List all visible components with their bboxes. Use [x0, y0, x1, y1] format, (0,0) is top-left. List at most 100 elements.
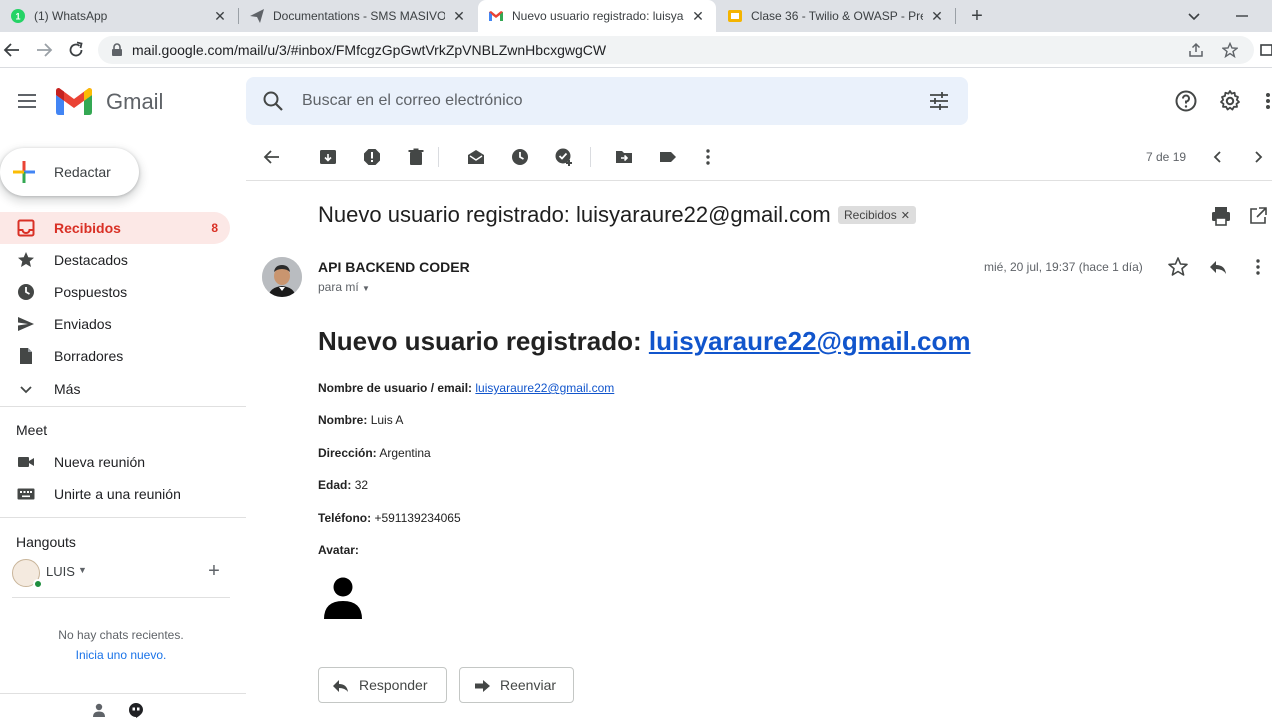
snooze-clock-icon[interactable]	[510, 147, 530, 167]
sidebar-item-sent[interactable]: Enviados	[0, 308, 230, 340]
keyboard-icon	[17, 488, 35, 500]
reply-button[interactable]: Responder	[318, 667, 447, 703]
apps-more-icon[interactable]	[1260, 89, 1272, 113]
sidebar-item-label: Destacados	[54, 252, 128, 268]
sidebar-item-starred[interactable]: Destacados	[0, 244, 230, 276]
sidebar-item-more[interactable]: Más	[0, 373, 230, 405]
start-new-chat-link[interactable]: Inicia uno nuevo.	[0, 648, 242, 662]
chevron-down-icon	[20, 386, 32, 394]
heading-email-link[interactable]: luisyaraure22@gmail.com	[649, 326, 971, 356]
bookmark-star-icon[interactable]	[1222, 42, 1238, 58]
label-chip-text: Recibidos	[844, 208, 897, 222]
browser-tab-documentation[interactable]: Documentations - SMS MASIVO ✕	[239, 0, 477, 32]
older-chevron-right-icon[interactable]	[1248, 147, 1268, 167]
field-label: Teléfono:	[318, 511, 372, 525]
reload-icon[interactable]	[66, 40, 86, 60]
sender-avatar[interactable]	[262, 257, 302, 297]
online-status-dot	[33, 579, 43, 589]
open-new-window-icon[interactable]	[1248, 205, 1268, 227]
compose-button[interactable]: Redactar	[0, 148, 139, 196]
print-icon[interactable]	[1210, 205, 1232, 227]
more-options-icon[interactable]	[698, 147, 718, 167]
recipient-text: para mí	[318, 280, 359, 294]
gmail-logo-icon[interactable]	[56, 88, 92, 115]
contacts-person-icon[interactable]	[91, 702, 107, 718]
sidebar-item-label: Borradores	[54, 348, 124, 364]
sidebar-item-drafts[interactable]: Borradores	[0, 340, 230, 372]
back-to-inbox-icon[interactable]	[262, 147, 282, 167]
close-tab-icon[interactable]: ✕	[212, 8, 228, 24]
forward-button[interactable]: Reenviar	[459, 667, 574, 703]
body-field-phone: Teléfono: +591139234065	[318, 511, 461, 525]
sidebar-item-snoozed[interactable]: Pospuestos	[0, 276, 230, 308]
recipient-caret-icon[interactable]: ▼	[362, 284, 370, 293]
field-value: +591139234065	[374, 511, 461, 525]
tab-separator	[955, 8, 956, 24]
close-tab-icon[interactable]: ✕	[451, 8, 467, 24]
hangouts-chat-icon[interactable]	[128, 702, 144, 718]
field-label: Edad:	[318, 478, 352, 492]
address-bar[interactable]: mail.google.com/mail/u/3/#inbox/FMfcgzGp…	[98, 36, 1254, 64]
profile-icon[interactable]	[1260, 40, 1272, 60]
tab-search-chevron-icon[interactable]	[1184, 6, 1204, 26]
browser-tab-slides[interactable]: Clase 36 - Twilio & OWASP - Presentacion…	[717, 0, 955, 32]
star-message-icon[interactable]	[1167, 256, 1189, 278]
browser-tab-whatsapp[interactable]: 1 (1) WhatsApp ✕	[0, 0, 238, 32]
lock-icon[interactable]	[110, 43, 124, 57]
back-arrow-icon[interactable]	[2, 40, 22, 60]
sender-name[interactable]: API BACKEND CODER	[318, 259, 470, 275]
mark-unread-icon[interactable]	[466, 147, 486, 167]
help-icon[interactable]	[1174, 89, 1198, 113]
remove-label-icon[interactable]: ✕	[901, 210, 910, 222]
move-to-folder-icon[interactable]	[614, 147, 634, 167]
close-tab-icon[interactable]: ✕	[690, 8, 706, 24]
video-icon	[18, 457, 34, 467]
pagination-text: 7 de 19	[1146, 150, 1187, 164]
meet-section-title: Meet	[16, 422, 48, 438]
sidebar-item-label: Pospuestos	[54, 284, 128, 300]
archive-icon[interactable]	[318, 147, 338, 167]
gmail-wordmark[interactable]: Gmail	[106, 89, 163, 115]
forward-button-label: Reenviar	[500, 677, 557, 693]
hangouts-divider	[12, 597, 230, 598]
settings-gear-icon[interactable]	[1218, 89, 1242, 113]
recipient-details[interactable]: para mí ▼	[318, 280, 370, 294]
email-body-heading: Nuevo usuario registrado: luisyaraure22@…	[318, 326, 970, 357]
forward-arrow-icon[interactable]	[34, 40, 54, 60]
search-input[interactable]	[302, 89, 902, 113]
sidebar-item-label: Enviados	[54, 316, 112, 332]
close-tab-icon[interactable]: ✕	[929, 8, 945, 24]
sidebar-item-inbox[interactable]: Recibidos 8	[0, 212, 230, 244]
field-email-link[interactable]: luisyaraure22@gmail.com	[475, 381, 614, 395]
message-more-icon[interactable]	[1248, 256, 1268, 278]
browser-tab-strip: 1 (1) WhatsApp ✕ Documentations - SMS MA…	[0, 0, 1272, 32]
newer-chevron-left-icon[interactable]	[1208, 147, 1228, 167]
hangouts-user-name: LUIS	[46, 564, 75, 579]
unread-count: 8	[211, 221, 218, 235]
report-spam-icon[interactable]	[362, 147, 382, 167]
field-value: 32	[354, 478, 369, 492]
minimize-window-icon[interactable]	[1232, 6, 1252, 26]
add-to-tasks-icon[interactable]	[554, 147, 574, 167]
new-tab-button[interactable]: +	[967, 6, 987, 26]
reply-icon[interactable]	[1207, 256, 1229, 278]
field-label: Nombre:	[318, 413, 368, 427]
add-chat-icon[interactable]: +	[205, 561, 223, 581]
search-icon[interactable]	[262, 90, 284, 112]
inbox-label-chip[interactable]: Recibidos ✕	[838, 206, 916, 224]
sidebar-item-new-meeting[interactable]: Nueva reunión	[0, 446, 230, 478]
label-tag-icon[interactable]	[658, 147, 678, 167]
share-icon[interactable]	[1188, 42, 1204, 58]
delete-trash-icon[interactable]	[406, 147, 426, 167]
body-field-name: Nombre: Luis A	[318, 413, 403, 427]
caret-down-icon[interactable]: ▼	[78, 565, 87, 575]
field-label: Nombre de usuario / email:	[318, 381, 473, 395]
hangouts-user[interactable]: LUIS ▼ +	[12, 559, 242, 589]
no-chats-text: No hay chats recientes.	[58, 628, 184, 642]
sidebar-item-join-meeting[interactable]: Unirte a una reunión	[0, 478, 230, 510]
main-menu-icon[interactable]	[16, 91, 38, 111]
field-value: Luis A	[370, 413, 404, 427]
browser-tab-gmail[interactable]: Nuevo usuario registrado: luisyaraure22 …	[478, 0, 716, 32]
body-field-address: Dirección: Argentina	[318, 446, 431, 460]
search-options-icon[interactable]	[928, 90, 950, 112]
